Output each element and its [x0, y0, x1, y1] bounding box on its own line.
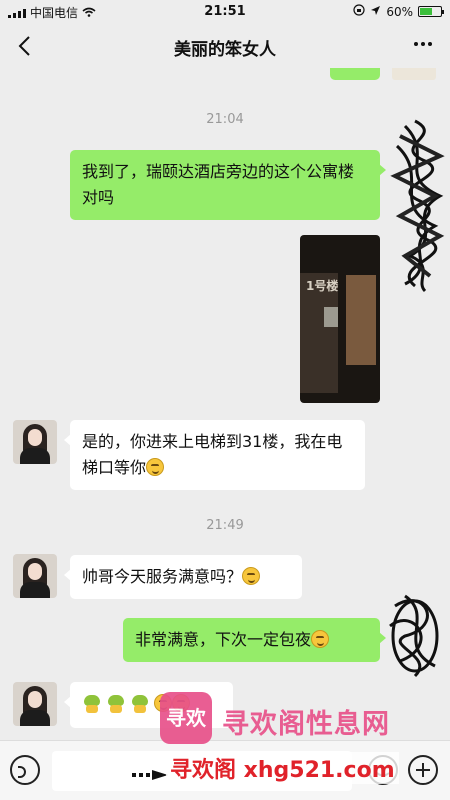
kiss-emoji-icon — [311, 630, 330, 648]
redaction-scribble — [390, 119, 445, 293]
watermark-url: 寻欢阁 xhg521.com — [166, 752, 399, 784]
frog-thumbs-emoji-icon — [130, 693, 150, 713]
page-title: 美丽的笨女人 — [174, 40, 276, 60]
frog-thumbs-emoji-icon — [106, 693, 126, 713]
message-bubble-received[interactable]: 帅哥今天服务满意吗？ — [64, 555, 302, 599]
time-divider: 21:04 — [206, 112, 244, 127]
smile-emoji-icon — [146, 458, 165, 476]
previous-avatar — [392, 68, 436, 80]
message-bubble-received[interactable]: 是的，你进来上电梯到31楼，我在电梯口等你 — [64, 420, 365, 490]
more-icon[interactable] — [414, 42, 432, 46]
previous-message-bubble — [330, 68, 380, 80]
orientation-lock-icon — [353, 4, 365, 19]
avatar[interactable] — [13, 554, 57, 598]
battery-fill — [420, 8, 432, 15]
message-bubble-sent[interactable]: 我到了，瑞颐达酒店旁边的这个公寓楼对吗 — [70, 150, 386, 220]
image-message[interactable]: 1号楼 — [300, 235, 380, 403]
battery-percent: 60% — [386, 4, 413, 19]
watermark-logo-text: 寻欢 — [166, 706, 206, 730]
chat-area[interactable]: 21:04 我到了，瑞颐达酒店旁边的这个公寓楼对吗 1号楼 是的，你进来上电梯到… — [0, 68, 450, 740]
sleepy-emoji-icon — [242, 567, 261, 585]
watermark-arrow-icon — [132, 770, 168, 780]
redaction-scribble — [389, 594, 439, 678]
time-divider: 21:49 — [206, 518, 244, 533]
message-text: 我到了，瑞颐达酒店旁边的这个公寓楼对吗 — [82, 162, 355, 207]
voice-icon[interactable] — [10, 755, 40, 785]
watermark-title: 寻欢阁性息网 — [222, 709, 390, 740]
location-icon — [370, 5, 381, 19]
message-text: 是的，你进来上电梯到31楼，我在电梯口等你 — [82, 432, 343, 477]
photo-notice — [324, 307, 338, 327]
plus-icon[interactable] — [408, 755, 438, 785]
status-right: 60% — [353, 4, 444, 19]
message-bubble-sent[interactable]: 非常满意，下次一定包夜 — [123, 618, 386, 662]
photo-light-area — [346, 275, 376, 365]
frog-thumbs-emoji-icon — [82, 693, 102, 713]
status-bar: 中国电信 21:51 60% — [0, 0, 450, 24]
message-text: 非常满意，下次一定包夜 — [135, 630, 312, 649]
photo-sign-text: 1号楼 — [306, 279, 339, 293]
battery-icon — [418, 6, 444, 17]
nav-bar: 美丽的笨女人 — [0, 24, 450, 68]
watermark-logo: 寻欢 — [160, 692, 212, 744]
message-text: 帅哥今天服务满意吗？ — [82, 567, 243, 586]
avatar[interactable] — [13, 420, 57, 464]
avatar[interactable] — [13, 682, 57, 726]
